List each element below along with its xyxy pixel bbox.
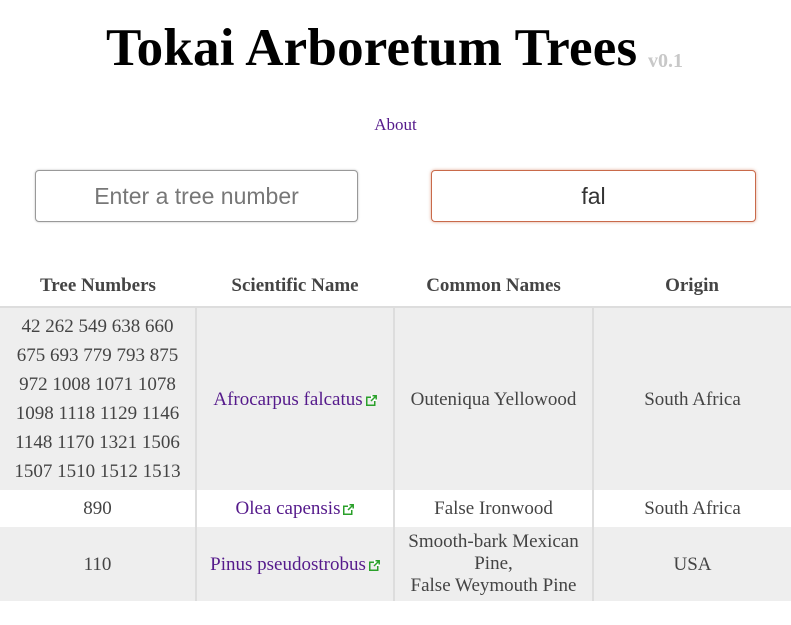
tree-numbers-line: 675 693 779 793 875 <box>16 345 179 366</box>
tree-numbers-cell: 890 <box>0 490 196 527</box>
common-name-line: Smooth-bark Mexican Pine, <box>408 531 579 574</box>
scientific-name-cell: Afrocarpus falcatus <box>195 307 394 490</box>
tree-numbers-line: 890 <box>83 498 112 519</box>
origin-cell: South Africa <box>592 307 791 490</box>
column-header-tree-numbers: Tree Numbers <box>0 266 196 308</box>
column-header-common-names: Common Names <box>394 266 593 308</box>
scientific-name-link[interactable]: Olea capensis <box>236 498 355 519</box>
page-header: Tokai Arboretum Trees v0.1 <box>0 0 791 100</box>
common-names-cell: Smooth-bark Mexican Pine, False Weymouth … <box>393 527 593 601</box>
tree-numbers-line: 42 262 549 638 660 <box>21 316 174 337</box>
scientific-name-cell: Olea capensis <box>195 490 394 527</box>
tree-numbers-cell: 42 262 549 638 660 675 693 779 793 875 972… <box>0 307 196 490</box>
common-names-cell: False Ironwood <box>393 490 593 527</box>
origin-cell: South Africa <box>592 490 791 527</box>
tree-numbers-line: 972 1008 1071 1078 <box>19 374 176 395</box>
external-link-icon <box>343 504 355 515</box>
table-row: 890 Olea capensis False Ironwood South Afri… <box>0 490 791 527</box>
common-name-line: False Weymouth Pine <box>410 575 577 596</box>
scientific-name-link[interactable]: Pinus pseudostrobus <box>210 554 380 575</box>
scientific-name-text: Pinus pseudostrobus <box>210 553 366 575</box>
tree-numbers-line: 1098 1118 1129 1146 <box>15 403 180 424</box>
tree-numbers-line: 110 <box>83 553 112 575</box>
tree-numbers-cell: 110 <box>0 527 196 601</box>
scientific-name-cell: Pinus pseudostrobus <box>195 527 394 601</box>
table-row: 42 262 549 638 660 675 693 779 793 875 972… <box>0 307 791 490</box>
external-link-icon <box>368 559 380 571</box>
scientific-name-text: Afrocarpus falcatus <box>213 388 363 410</box>
tree-numbers-line: 1148 1170 1321 1506 <box>15 432 180 453</box>
about-link[interactable]: About <box>0 115 791 135</box>
version-label: v0.1 <box>648 50 683 72</box>
name-search-input[interactable] <box>431 170 756 222</box>
scientific-name-text: Olea capensis <box>235 498 341 519</box>
page-title: Tokai Arboretum Trees <box>106 19 638 77</box>
tree-number-input[interactable] <box>35 170 358 222</box>
external-link-icon <box>365 394 377 406</box>
scientific-name-link[interactable]: Afrocarpus falcatus <box>213 388 377 410</box>
table-row: 110 Pinus pseudostrobus Smooth-bark Mexica… <box>0 527 791 601</box>
column-header-scientific-name: Scientific Name <box>196 266 394 308</box>
table-header-row: Tree Numbers Scientific Name Common Name… <box>0 266 791 308</box>
column-header-origin: Origin <box>593 266 791 308</box>
common-name-line: False Ironwood <box>434 498 553 519</box>
origin-cell: USA <box>592 527 791 601</box>
common-names-cell: Outeniqua Yellowood <box>393 307 593 490</box>
common-name-line: Outeniqua Yellowood <box>410 388 577 410</box>
results-table: Tree Numbers Scientific Name Common Name… <box>0 266 791 601</box>
tree-numbers-line: 1507 1510 1512 1513 <box>14 461 181 482</box>
